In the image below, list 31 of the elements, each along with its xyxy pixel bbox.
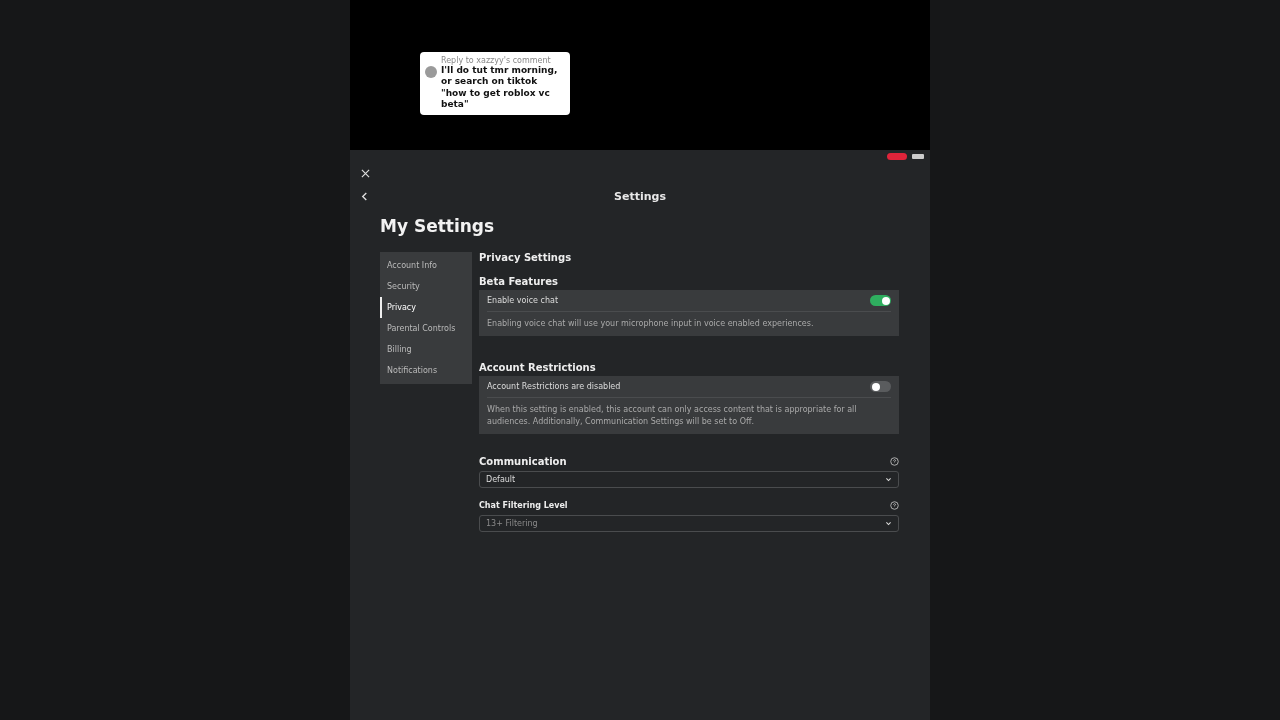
back-icon bbox=[360, 191, 369, 201]
help-icon[interactable] bbox=[890, 456, 899, 466]
comment-text: I'll do tut tmr morning, or search on tiktok "how to get roblox vc beta" bbox=[441, 65, 559, 110]
page-title: My Settings bbox=[380, 216, 495, 236]
sidebar-item[interactable]: Notifications bbox=[380, 360, 472, 381]
close-icon[interactable] bbox=[361, 168, 370, 178]
group-title: Beta Features bbox=[479, 276, 559, 289]
toggle-switch[interactable] bbox=[870, 381, 891, 392]
setting-label: Account Restrictions are disabled bbox=[487, 382, 621, 391]
caret-icon bbox=[885, 520, 892, 527]
sidebar-item[interactable]: Account Info bbox=[380, 255, 472, 276]
toggle-switch[interactable] bbox=[870, 295, 891, 306]
dropdown[interactable]: Default bbox=[479, 471, 899, 488]
sidebar-item[interactable]: Parental Controls bbox=[380, 318, 472, 339]
recording-indicator bbox=[887, 152, 907, 160]
caret-icon bbox=[885, 476, 892, 483]
avatar-icon bbox=[425, 66, 437, 78]
reply-header: Reply to xazzyy's comment bbox=[441, 56, 552, 65]
sidebar-item[interactable]: Security bbox=[380, 276, 472, 297]
group-title: Account Restrictions bbox=[479, 362, 597, 375]
help-icon[interactable] bbox=[890, 500, 899, 510]
dropdown-label: Chat Filtering Level bbox=[479, 500, 568, 510]
setting-label: Enable voice chat bbox=[487, 296, 558, 305]
setting-description: Enabling voice chat will use your microphone input in voice enabled experiences. bbox=[487, 318, 815, 330]
setting-description: When this setting is enabled, this account can only access content that is appropriate for all audiences. Additionally, Communication Settings will be set to Off. bbox=[487, 404, 858, 428]
sidebar-item[interactable]: Privacy bbox=[380, 297, 472, 318]
battery-icon bbox=[912, 153, 924, 159]
header-title: Settings bbox=[614, 189, 666, 203]
sidebar-item[interactable]: Billing bbox=[380, 339, 472, 360]
section-title: Privacy Settings bbox=[479, 252, 573, 265]
dropdown-label: Communication bbox=[479, 455, 567, 467]
